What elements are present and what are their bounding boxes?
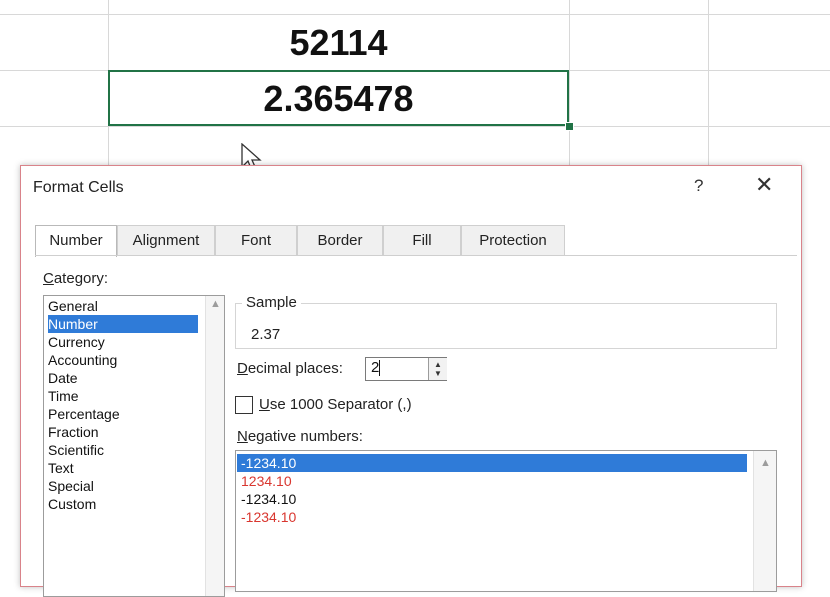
spin-buttons[interactable]: ▲ ▼ — [428, 358, 447, 380]
decimal-label-text: ecimal places: — [247, 360, 343, 377]
category-item-fraction[interactable]: Fraction — [48, 423, 99, 441]
format-cells-dialog: Format Cells ? ✕ Number Alignment Font B… — [20, 165, 802, 597]
category-item-custom[interactable]: Custom — [48, 495, 96, 513]
tab-number[interactable]: Number — [35, 225, 117, 257]
help-button[interactable]: ? — [694, 176, 703, 196]
spin-down-icon[interactable]: ▼ — [434, 369, 442, 378]
tab-fill[interactable]: Fill — [383, 225, 461, 255]
category-item-number[interactable]: Number — [48, 315, 98, 333]
negative-mnemonic: N — [237, 428, 248, 445]
category-item-percentage[interactable]: Percentage — [48, 405, 120, 423]
category-mnemonic: C — [43, 270, 54, 287]
negative-format-option[interactable]: -1234.10 — [241, 454, 296, 472]
negative-list-scrollbar[interactable]: ▲ — [753, 451, 776, 591]
selected-cell-value[interactable]: 2.365478 — [108, 78, 569, 120]
scroll-up-icon[interactable]: ▲ — [210, 298, 221, 310]
grid-row-line — [0, 126, 830, 127]
sample-group — [235, 303, 777, 349]
separator-mnemonic: U — [259, 396, 270, 413]
category-item-accounting[interactable]: Accounting — [48, 351, 117, 369]
category-list[interactable]: General Number Currency Accounting Date … — [43, 295, 225, 597]
category-item-text[interactable]: Text — [48, 459, 74, 477]
negative-label-text: egative numbers: — [247, 428, 363, 445]
negative-format-option[interactable]: -1234.10 — [241, 508, 296, 526]
negative-numbers-label: Negative numbers: — [237, 428, 363, 445]
scroll-up-icon[interactable]: ▲ — [760, 457, 771, 469]
category-item-scientific[interactable]: Scientific — [48, 441, 104, 459]
category-label-text: ategory: — [53, 270, 109, 287]
close-icon[interactable]: ✕ — [755, 172, 773, 198]
category-item-date[interactable]: Date — [48, 369, 78, 387]
fill-handle[interactable] — [565, 122, 574, 131]
sample-label: Sample — [242, 294, 301, 311]
category-item-currency[interactable]: Currency — [48, 333, 105, 351]
tab-border[interactable]: Border — [297, 225, 383, 255]
text-caret — [379, 360, 380, 376]
category-item-general[interactable]: General — [48, 297, 98, 315]
thousand-separator-label[interactable]: Use 1000 Separator (,) — [259, 396, 412, 413]
negative-selection-highlight — [237, 454, 747, 472]
category-item-time[interactable]: Time — [48, 387, 79, 405]
tab-divider — [35, 255, 797, 256]
tab-alignment[interactable]: Alignment — [117, 225, 215, 255]
separator-label-text: se 1000 Separator (,) — [269, 396, 412, 413]
grid-row-line — [0, 14, 830, 15]
decimal-places-stepper[interactable]: 2 ▲ ▼ — [365, 357, 447, 381]
thousand-separator-checkbox[interactable] — [235, 396, 253, 414]
tab-font[interactable]: Font — [215, 225, 297, 255]
negative-format-option[interactable]: -1234.10 — [241, 490, 296, 508]
category-scrollbar[interactable]: ▲ — [205, 296, 224, 596]
dialog-title: Format Cells — [33, 179, 124, 196]
negative-format-option[interactable]: 1234.10 — [241, 472, 292, 490]
category-label: Category: — [43, 270, 108, 287]
tab-protection[interactable]: Protection — [461, 225, 565, 255]
decimal-mnemonic: D — [237, 360, 248, 377]
cell-value-top[interactable]: 52114 — [108, 22, 569, 64]
spin-up-icon[interactable]: ▲ — [434, 360, 442, 369]
decimal-places-label: Decimal places: — [237, 360, 343, 377]
category-item-special[interactable]: Special — [48, 477, 94, 495]
sample-value: 2.37 — [251, 326, 281, 343]
